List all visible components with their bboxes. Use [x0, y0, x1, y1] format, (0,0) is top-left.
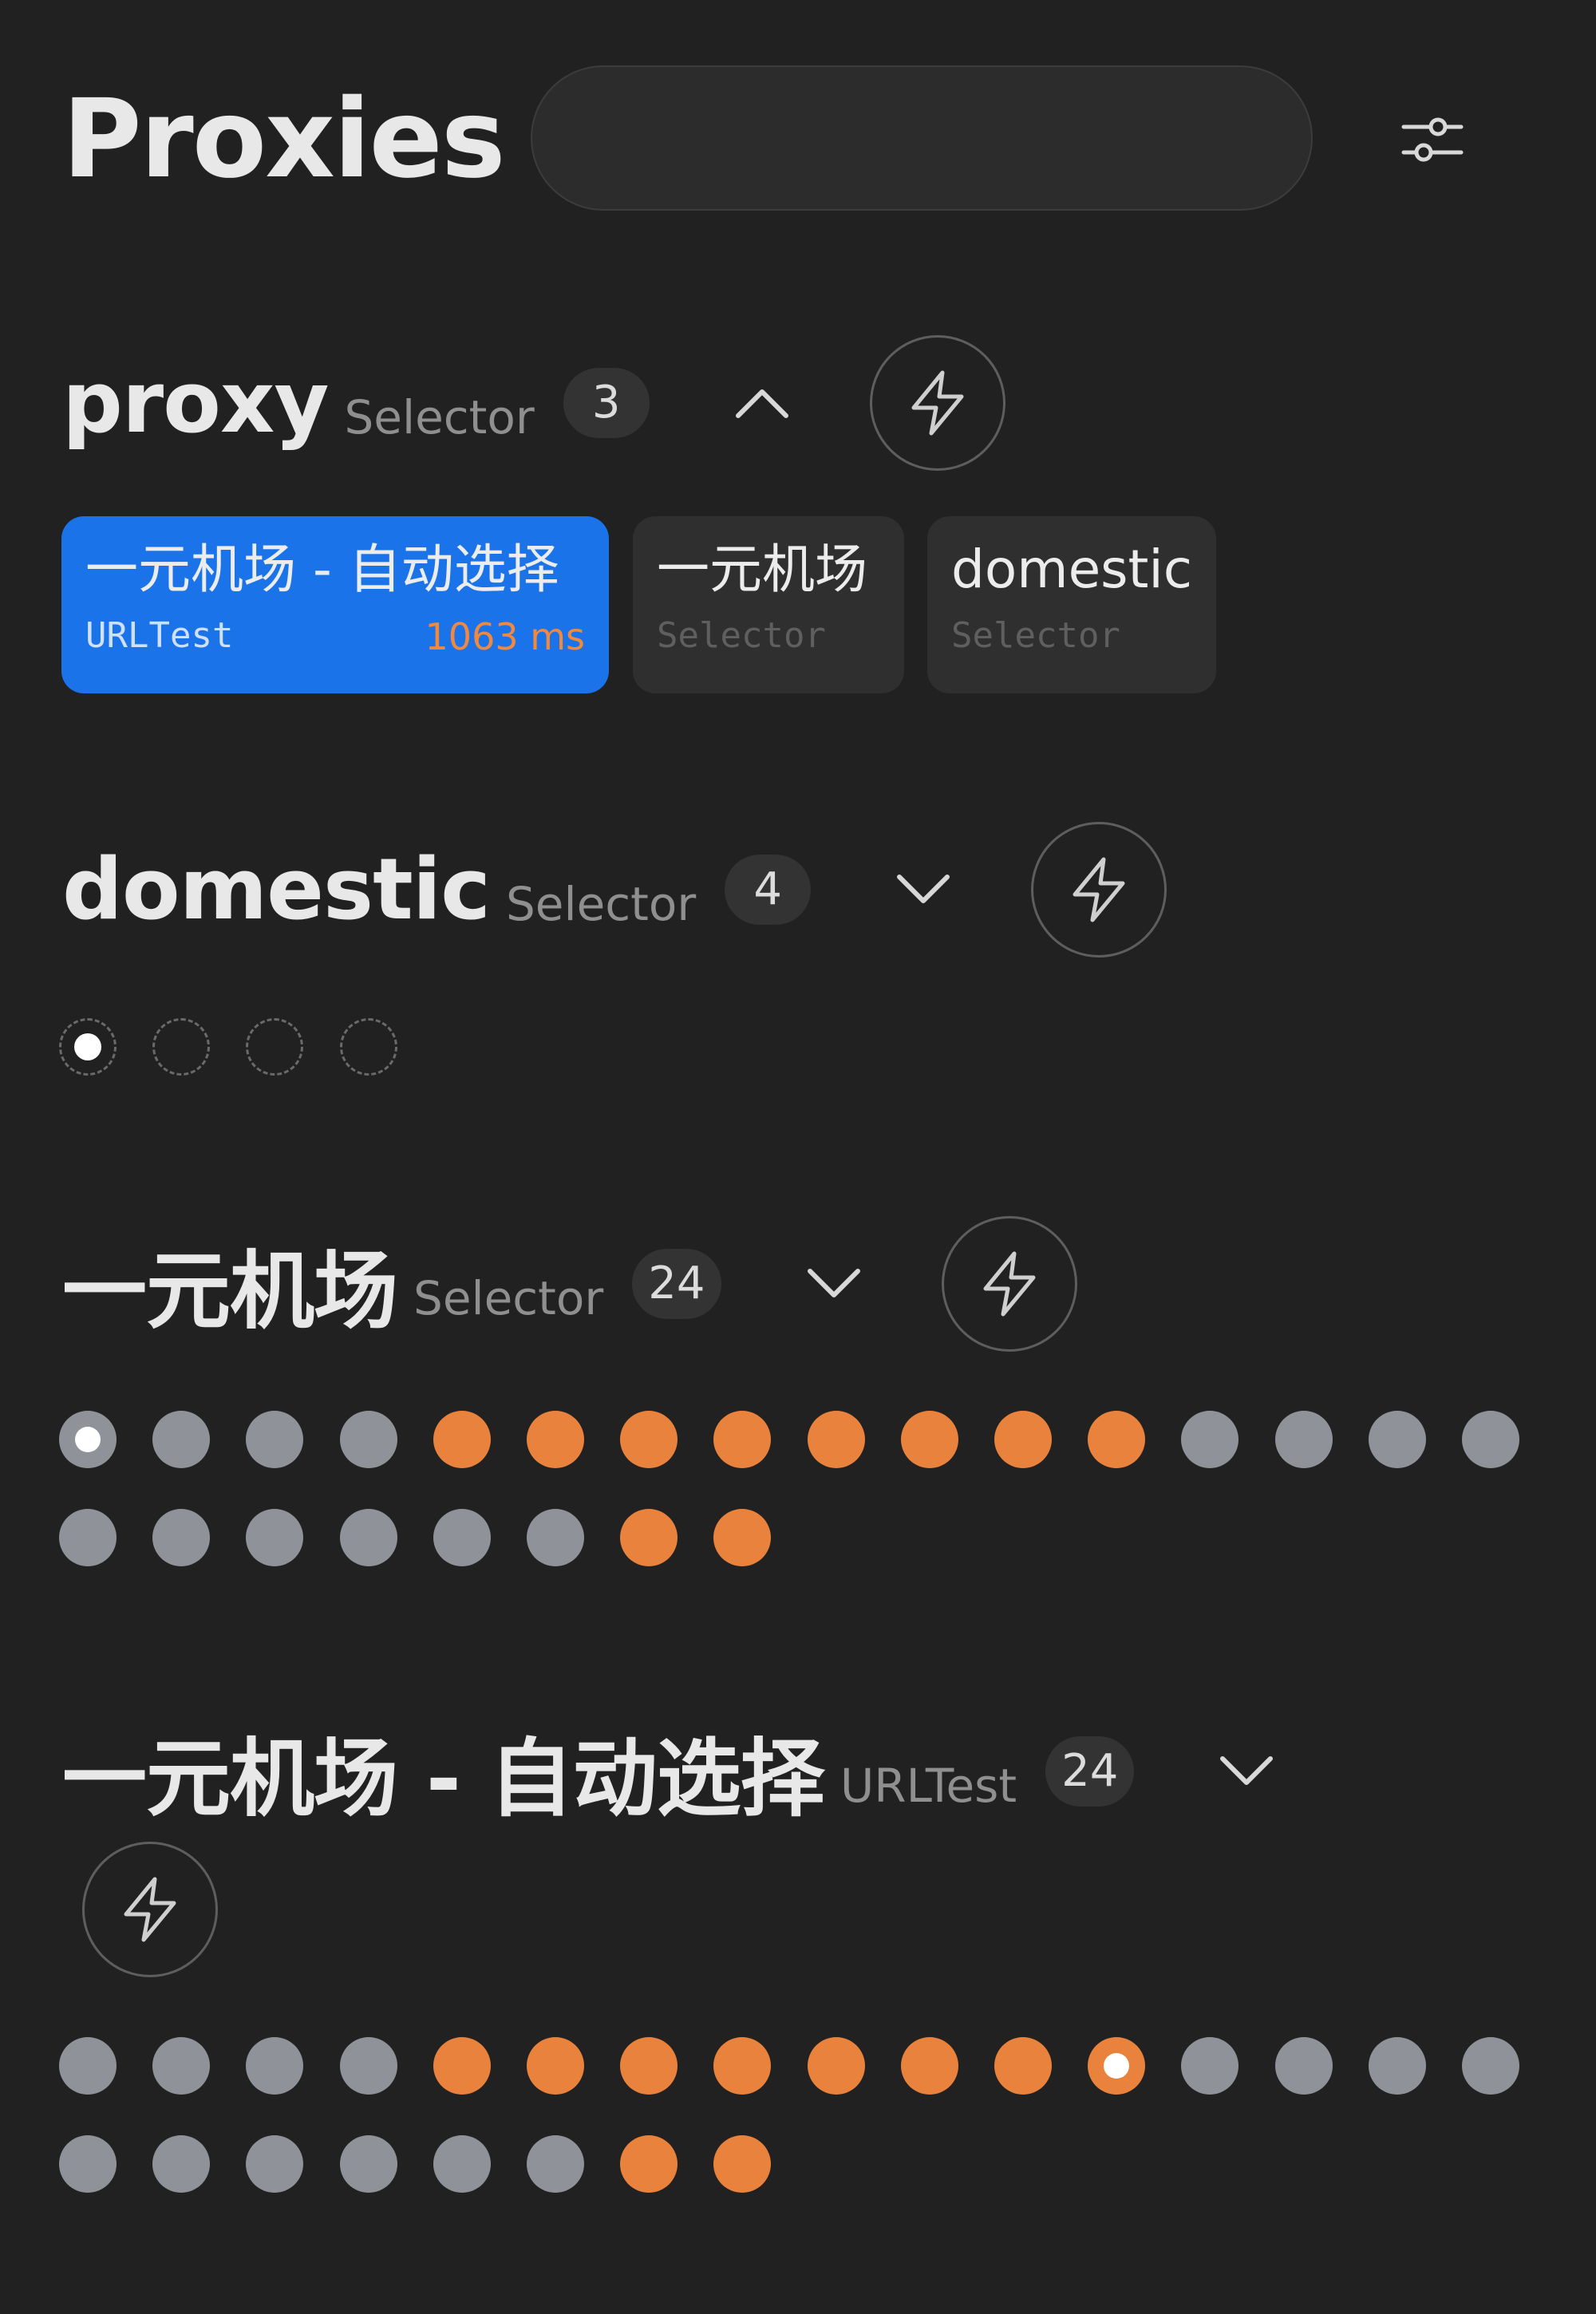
proxy-dot[interactable] — [713, 1411, 772, 1468]
proxy-dot[interactable] — [807, 1411, 865, 1468]
latency-test-button[interactable] — [869, 334, 1005, 471]
proxy-dot[interactable] — [339, 2135, 397, 2193]
proxy-card-selected[interactable]: 一元机场 - 自动选择 URLTest 1063 ms — [61, 516, 609, 693]
lightning-bolt-icon — [983, 1251, 1036, 1316]
proxy-card[interactable]: domestic Selector — [927, 516, 1216, 693]
proxy-dot[interactable] — [527, 1411, 584, 1468]
proxy-dot[interactable] — [59, 2135, 117, 2193]
proxy-name: 一元机场 - 自动选择 — [85, 539, 559, 600]
proxy-type: Selector — [657, 615, 826, 656]
proxy-dot[interactable] — [620, 1411, 678, 1468]
proxy-dot[interactable] — [152, 1411, 211, 1468]
settings-button[interactable] — [1389, 100, 1476, 180]
group-name: domestic — [62, 840, 491, 938]
latency-test-button[interactable] — [941, 1215, 1077, 1352]
chevron-down-icon — [897, 874, 950, 903]
proxy-dot[interactable] — [152, 1018, 211, 1076]
proxy-dot[interactable] — [1274, 2037, 1333, 2095]
proxy-name: 一元机场 — [657, 539, 867, 600]
proxy-type: Selector — [951, 615, 1120, 656]
proxy-dot[interactable] — [994, 1411, 1052, 1468]
group-header-yiyuan-auto: 一元机场 - 自动选择 URLTest 24 — [62, 1701, 1290, 1841]
proxy-dot-selected[interactable] — [59, 1018, 117, 1076]
proxy-dot[interactable] — [59, 1509, 117, 1566]
proxy-dot[interactable] — [1462, 1411, 1519, 1468]
proxy-dot[interactable] — [339, 1018, 397, 1076]
proxy-count-badge: 24 — [632, 1248, 721, 1319]
proxy-dot[interactable] — [433, 2135, 491, 2193]
proxy-dot[interactable] — [994, 2037, 1052, 2095]
proxy-dot[interactable] — [1274, 1411, 1333, 1468]
proxy-delay: 1063 ms — [425, 615, 585, 658]
group-type: Selector — [413, 1270, 604, 1325]
proxy-dot[interactable] — [713, 1509, 772, 1566]
proxy-card[interactable]: 一元机场 Selector — [633, 516, 904, 693]
proxy-dot[interactable] — [713, 2135, 772, 2193]
proxy-dot[interactable] — [433, 1411, 491, 1468]
search-input[interactable] — [531, 65, 1313, 211]
group-type: Selector — [344, 389, 535, 444]
proxy-count-badge: 4 — [725, 854, 812, 925]
proxy-dot[interactable] — [807, 2037, 865, 2095]
proxy-dot[interactable] — [1181, 1411, 1239, 1468]
proxy-dot[interactable] — [713, 2037, 772, 2095]
proxy-dot[interactable] — [527, 2135, 584, 2193]
proxy-dot[interactable] — [152, 1509, 211, 1566]
proxy-dot[interactable] — [527, 1509, 584, 1566]
proxy-dot[interactable] — [246, 1509, 304, 1566]
proxy-dot[interactable] — [620, 2037, 678, 2095]
proxy-dot[interactable] — [152, 2135, 211, 2193]
proxy-name: domestic — [951, 539, 1193, 600]
proxy-dot[interactable] — [59, 2037, 117, 2095]
proxy-count-badge: 24 — [1045, 1736, 1135, 1807]
proxy-dot[interactable] — [1181, 2037, 1239, 2095]
proxy-dot[interactable] — [1462, 2037, 1519, 2095]
sliders-icon — [1401, 117, 1464, 162]
group-type: URLTest — [839, 1758, 1017, 1813]
proxy-dot[interactable] — [1368, 2037, 1426, 2095]
group-header-domestic: domestic Selector 4 — [62, 819, 1167, 959]
proxy-dot[interactable] — [246, 2037, 304, 2095]
proxy-dot-selected[interactable] — [1088, 2037, 1146, 2095]
proxy-dot[interactable] — [900, 1411, 958, 1468]
chevron-down-icon — [807, 1268, 860, 1297]
proxy-dot[interactable] — [339, 1509, 397, 1566]
proxy-dot[interactable] — [152, 2037, 211, 2095]
expand-button[interactable] — [790, 1240, 878, 1328]
proxy-dot[interactable] — [246, 2135, 304, 2193]
proxy-dot[interactable] — [527, 2037, 584, 2095]
collapse-button[interactable] — [718, 359, 806, 447]
expand-button[interactable] — [1203, 1728, 1290, 1815]
chevron-down-icon — [1220, 1755, 1274, 1785]
lightning-bolt-icon — [124, 1877, 176, 1942]
chevron-up-icon — [735, 389, 788, 418]
lightning-bolt-icon — [911, 370, 964, 435]
proxy-dot[interactable] — [246, 1018, 304, 1076]
proxy-type: URLTest — [85, 615, 234, 656]
proxy-dot[interactable] — [246, 1411, 304, 1468]
group-name: 一元机场 - 自动选择 — [62, 1729, 825, 1828]
expand-button[interactable] — [879, 846, 967, 934]
proxy-dot[interactable] — [620, 1509, 678, 1566]
lightning-bolt-icon — [1073, 857, 1125, 922]
proxy-dot[interactable] — [620, 2135, 678, 2193]
group-name: proxy — [62, 353, 329, 452]
group-header-proxy: proxy Selector 3 — [62, 333, 1005, 472]
proxy-dot[interactable] — [1088, 1411, 1146, 1468]
page-title: Proxies — [62, 77, 506, 203]
proxy-dot[interactable] — [900, 2037, 958, 2095]
proxy-count-badge: 3 — [563, 367, 650, 438]
group-name: 一元机场 — [62, 1242, 398, 1341]
group-header-yiyuan: 一元机场 Selector 24 — [62, 1214, 1077, 1353]
latency-test-button[interactable] — [1031, 821, 1167, 958]
proxy-dot[interactable] — [433, 2037, 491, 2095]
proxy-dot[interactable] — [1368, 1411, 1426, 1468]
proxy-dot-selected[interactable] — [59, 1411, 117, 1468]
group-type: Selector — [505, 876, 697, 931]
proxy-dot[interactable] — [339, 2037, 397, 2095]
proxy-dot[interactable] — [433, 1509, 491, 1566]
latency-test-button[interactable] — [82, 1842, 218, 1977]
proxy-dot[interactable] — [339, 1411, 397, 1468]
